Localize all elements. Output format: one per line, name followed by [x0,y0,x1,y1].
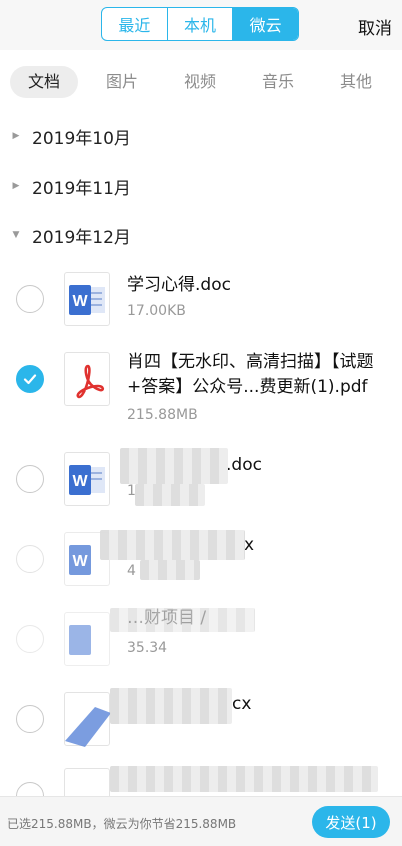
expanded-triangle-icon: ▼ [12,230,20,240]
select-checkbox[interactable] [16,285,44,313]
word-file-icon [64,612,110,666]
tab-images[interactable]: 图片 [96,66,148,98]
file-name: x [244,535,255,555]
tab-documents[interactable]: 文档 [10,66,78,98]
month-label: 2019年12月 [32,227,131,248]
word-file-icon [64,768,110,796]
segment-local[interactable]: 本机 [168,8,234,40]
segment-recent[interactable]: 最近 [102,8,168,40]
redacted-block [110,766,378,792]
selected-checkbox[interactable] [16,365,44,393]
file-size: 215.88MB [127,407,198,423]
checkmark-icon [23,374,37,385]
file-row[interactable] [0,760,402,796]
file-size: 35.34 [127,640,168,656]
redacted-block [110,608,255,632]
word-file-icon: W [64,272,110,326]
month-label: 2019年10月 [32,128,131,149]
send-button[interactable]: 发送(1) [312,806,390,838]
collapsed-triangle-icon: ▶ [12,181,20,191]
file-size: 17.00KB [127,303,186,319]
redacted-block [135,484,205,506]
file-row-selected[interactable]: 肖四【无水印、高清扫描】【试题+答案】公众号...费更新(1).pdf 215.… [0,340,402,440]
redacted-block [100,530,245,560]
collapsed-triangle-icon: ▶ [12,131,20,141]
word-file-icon: W [64,452,110,506]
file-name: cx [232,694,252,714]
file-name: 肖四【无水印、高清扫描】【试题+答案】公众号...费更新(1).pdf [127,352,374,397]
month-label: 2019年11月 [32,178,131,199]
word-file-icon [64,692,111,747]
tab-other[interactable]: 其他 [330,66,382,98]
bottom-bar: 已选215.88MB，微云为你节省215.88MB 发送(1) [0,796,402,846]
file-size: 4 [127,563,136,579]
svg-text:W: W [72,293,88,310]
tab-music[interactable]: 音乐 [252,66,304,98]
selection-info: 已选215.88MB，微云为你节省215.88MB [7,817,237,831]
select-checkbox[interactable] [16,545,44,573]
select-checkbox[interactable] [16,625,44,653]
pdf-file-icon [64,352,110,406]
file-row[interactable]: W .doc 1 [0,440,402,520]
segment-weiyun[interactable]: 微云 [233,8,298,40]
cancel-button[interactable]: 取消 [358,14,392,39]
svg-text:W: W [72,553,88,570]
file-name: 学习心得.doc [127,275,231,295]
redacted-block [120,448,228,484]
month-group-2019-10[interactable]: ▶ 2019年10月 [0,116,402,156]
redacted-block [110,688,232,724]
file-name: .doc [226,455,262,475]
category-tabs: 文档 图片 视频 音乐 其他 [0,50,402,114]
redacted-block [140,560,200,580]
select-checkbox[interactable] [16,465,44,493]
month-group-2019-12[interactable]: ▼ 2019年12月 [0,215,402,255]
svg-text:W: W [72,473,88,490]
file-row[interactable]: cx [0,680,402,760]
source-segmented-control: 最近 本机 微云 [101,7,299,41]
month-group-2019-11[interactable]: ▶ 2019年11月 [0,166,402,206]
file-row[interactable]: W x 4 [0,520,402,600]
top-bar: 最近 本机 微云 取消 [0,0,402,50]
file-row[interactable]: …财项目 / 35.34 [0,600,402,680]
select-checkbox[interactable] [16,782,44,796]
tab-videos[interactable]: 视频 [174,66,226,98]
file-row[interactable]: W 学习心得.doc 17.00KB [0,260,402,340]
select-checkbox[interactable] [16,705,44,733]
